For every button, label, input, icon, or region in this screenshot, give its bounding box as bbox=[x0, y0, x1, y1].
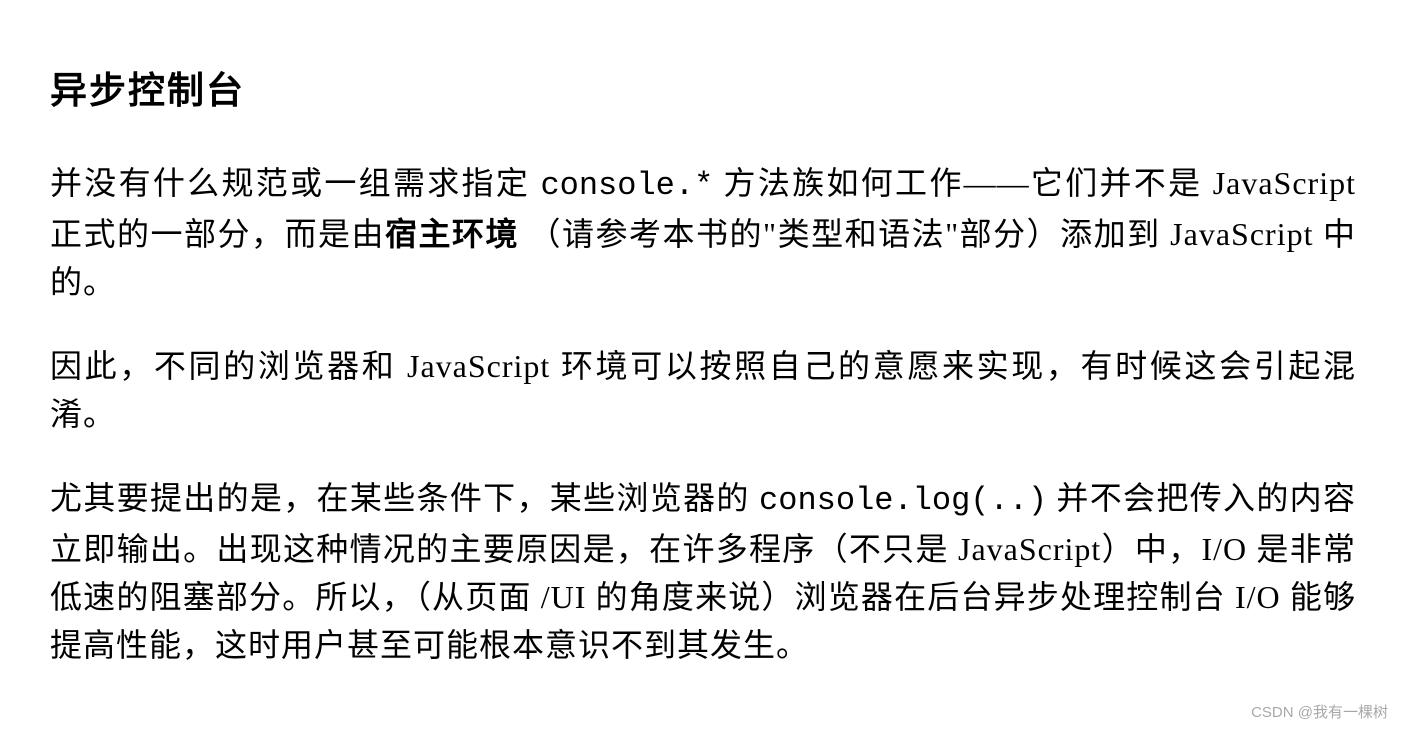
paragraph-2: 因此，不同的浏览器和 JavaScript 环境可以按照自己的意愿来实现，有时候… bbox=[50, 342, 1356, 438]
bold-term: 宿主环境 bbox=[385, 216, 519, 252]
section-heading: 异步控制台 bbox=[50, 60, 1356, 114]
code-inline: console.* bbox=[540, 167, 713, 204]
paragraph-3: 尤其要提出的是，在某些条件下，某些浏览器的 console.log(..) 并不… bbox=[50, 474, 1356, 669]
watermark: CSDN @我有一棵树 bbox=[1251, 701, 1388, 722]
text-segment: 尤其要提出的是，在某些条件下，某些浏览器的 bbox=[50, 480, 759, 516]
paragraph-1: 并没有什么规范或一组需求指定 console.* 方法族如何工作——它们并不是 … bbox=[50, 159, 1356, 306]
text-segment: 并没有什么规范或一组需求指定 bbox=[50, 165, 540, 201]
code-inline: console.log(..) bbox=[759, 482, 1047, 519]
